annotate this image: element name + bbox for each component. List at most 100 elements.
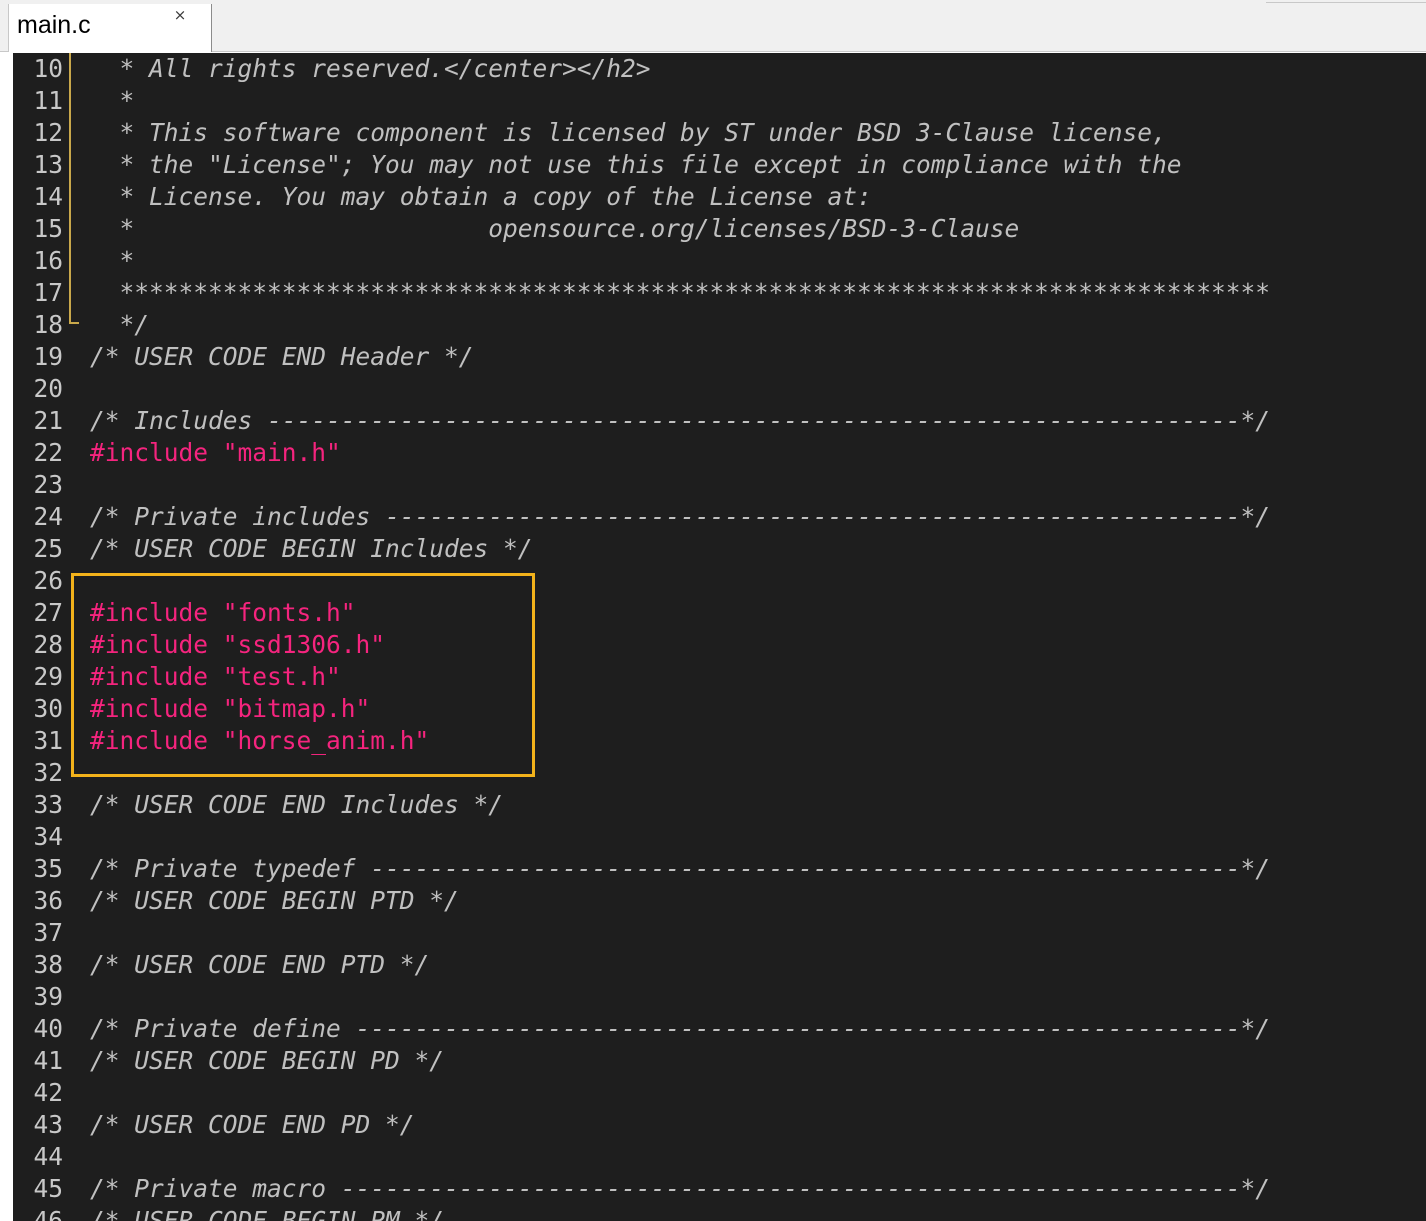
code-lines: 10 * All rights reserved.</center></h2> 1… <box>13 53 1426 1221</box>
tab-strip: main.c × <box>0 0 1426 52</box>
code-line[interactable]: 25 /* USER CODE BEGIN Includes */ <box>13 533 1426 565</box>
code-line[interactable]: 37 <box>13 917 1426 949</box>
line-number: 23 <box>33 470 63 499</box>
line-number: 15 <box>33 214 63 243</box>
code-line[interactable]: 34 <box>13 821 1426 853</box>
code-comment: /* USER CODE END PD */ <box>90 1110 415 1139</box>
line-number: 28 <box>33 630 63 659</box>
code-line[interactable]: 38 /* USER CODE END PTD */ <box>13 949 1426 981</box>
include-directive: #include "main.h" <box>90 438 341 467</box>
code-line[interactable]: 10 * All rights reserved.</center></h2> <box>13 53 1426 85</box>
line-number: 21 <box>33 406 63 435</box>
code-comment: /* USER CODE END PTD */ <box>90 950 430 979</box>
line-number: 43 <box>33 1110 63 1139</box>
include-directive: #include "horse_anim.h" <box>90 726 430 755</box>
code-comment: /* USER CODE BEGIN Includes */ <box>90 534 533 563</box>
fold-range-marker <box>69 53 71 323</box>
code-line[interactable]: 31 #include "horse_anim.h" <box>13 725 1426 757</box>
line-number: 10 <box>33 54 63 83</box>
code-line[interactable]: 35 /* Private typedef -------------------… <box>13 853 1426 885</box>
code-line[interactable]: 36 /* USER CODE BEGIN PTD */ <box>13 885 1426 917</box>
code-line[interactable]: 16 * <box>13 245 1426 277</box>
code-line[interactable]: 12 * This software component is licensed… <box>13 117 1426 149</box>
line-number: 46 <box>33 1206 63 1221</box>
line-number: 38 <box>33 950 63 979</box>
code-comment: ****************************************… <box>90 278 1271 307</box>
code-editor[interactable]: 10 * All rights reserved.</center></h2> 1… <box>13 53 1426 1221</box>
code-comment: /* Private macro -----------------------… <box>90 1174 1271 1203</box>
line-number: 25 <box>33 534 63 563</box>
line-number: 24 <box>33 502 63 531</box>
line-number: 27 <box>33 598 63 627</box>
code-comment: /* Private includes --------------------… <box>90 502 1271 531</box>
code-line[interactable]: 11 * <box>13 85 1426 117</box>
line-number: 33 <box>33 790 63 819</box>
code-line[interactable]: 39 <box>13 981 1426 1013</box>
code-comment: /* USER CODE BEGIN PTD */ <box>90 886 459 915</box>
code-line[interactable]: 20 <box>13 373 1426 405</box>
line-number: 37 <box>33 918 63 947</box>
code-line[interactable]: 26 <box>13 565 1426 597</box>
line-number: 41 <box>33 1046 63 1075</box>
line-number: 14 <box>33 182 63 211</box>
tab-strip-divider <box>1266 2 1426 3</box>
code-line[interactable]: 33 /* USER CODE END Includes */ <box>13 789 1426 821</box>
code-comment: /* USER CODE BEGIN PD */ <box>90 1046 445 1075</box>
line-number: 34 <box>33 822 63 851</box>
tab-main-c[interactable]: main.c × <box>8 4 212 52</box>
code-comment: * <box>90 246 135 275</box>
code-line[interactable]: 45 /* Private macro ---------------------… <box>13 1173 1426 1205</box>
code-comment: /* USER CODE BEGIN PM */ <box>90 1206 445 1221</box>
line-number: 42 <box>33 1078 63 1107</box>
line-number: 17 <box>33 278 63 307</box>
code-line[interactable]: 22 #include "main.h" <box>13 437 1426 469</box>
code-line[interactable]: 28 #include "ssd1306.h" <box>13 629 1426 661</box>
code-comment: /* Private define ----------------------… <box>90 1014 1271 1043</box>
line-number: 40 <box>33 1014 63 1043</box>
code-line[interactable]: 13 * the "License"; You may not use this… <box>13 149 1426 181</box>
code-line[interactable]: 46 /* USER CODE BEGIN PM */ <box>13 1205 1426 1221</box>
code-line[interactable]: 42 <box>13 1077 1426 1109</box>
fold-end-marker <box>69 322 79 324</box>
code-line[interactable]: 29 #include "test.h" <box>13 661 1426 693</box>
line-number: 13 <box>33 150 63 179</box>
tab-label: main.c <box>17 11 91 39</box>
code-line[interactable]: 41 /* USER CODE BEGIN PD */ <box>13 1045 1426 1077</box>
include-directive: #include "fonts.h" <box>90 598 356 627</box>
code-comment: * This software component is licensed by… <box>90 118 1167 147</box>
code-comment: /* Private typedef ---------------------… <box>90 854 1271 883</box>
line-number: 18 <box>33 310 63 339</box>
code-line[interactable]: 17 *************************************… <box>13 277 1426 309</box>
code-line[interactable]: 23 <box>13 469 1426 501</box>
line-number: 11 <box>33 86 63 115</box>
code-line[interactable]: 18 */ <box>13 309 1426 341</box>
close-icon[interactable]: × <box>169 4 191 26</box>
code-line[interactable]: 40 /* Private define --------------------… <box>13 1013 1426 1045</box>
code-comment: /* Includes ----------------------------… <box>90 406 1271 435</box>
code-line[interactable]: 24 /* Private includes ------------------… <box>13 501 1426 533</box>
include-directive: #include "test.h" <box>90 662 341 691</box>
code-comment: */ <box>90 310 150 339</box>
line-number: 31 <box>33 726 63 755</box>
include-directive: #include "ssd1306.h" <box>90 630 386 659</box>
line-number: 32 <box>33 758 63 787</box>
code-line[interactable]: 21 /* Includes --------------------------… <box>13 405 1426 437</box>
line-number: 36 <box>33 886 63 915</box>
code-line[interactable]: 15 * opensource.org/licenses/BSD-3-Claus… <box>13 213 1426 245</box>
code-line[interactable]: 19 /* USER CODE END Header */ <box>13 341 1426 373</box>
line-number: 44 <box>33 1142 63 1171</box>
line-number: 22 <box>33 438 63 467</box>
code-comment: * the "License"; You may not use this fi… <box>90 150 1182 179</box>
code-line[interactable]: 14 * License. You may obtain a copy of t… <box>13 181 1426 213</box>
code-line[interactable]: 32 <box>13 757 1426 789</box>
code-line[interactable]: 30 #include "bitmap.h" <box>13 693 1426 725</box>
code-comment: * License. You may obtain a copy of the … <box>90 182 872 211</box>
line-number: 16 <box>33 246 63 275</box>
code-line[interactable]: 43 /* USER CODE END PD */ <box>13 1109 1426 1141</box>
line-number: 39 <box>33 982 63 1011</box>
code-comment: * <box>90 86 135 115</box>
line-number: 45 <box>33 1174 63 1203</box>
code-comment: * opensource.org/licenses/BSD-3-Clause <box>90 214 1020 243</box>
code-line[interactable]: 44 <box>13 1141 1426 1173</box>
code-line[interactable]: 27 #include "fonts.h" <box>13 597 1426 629</box>
